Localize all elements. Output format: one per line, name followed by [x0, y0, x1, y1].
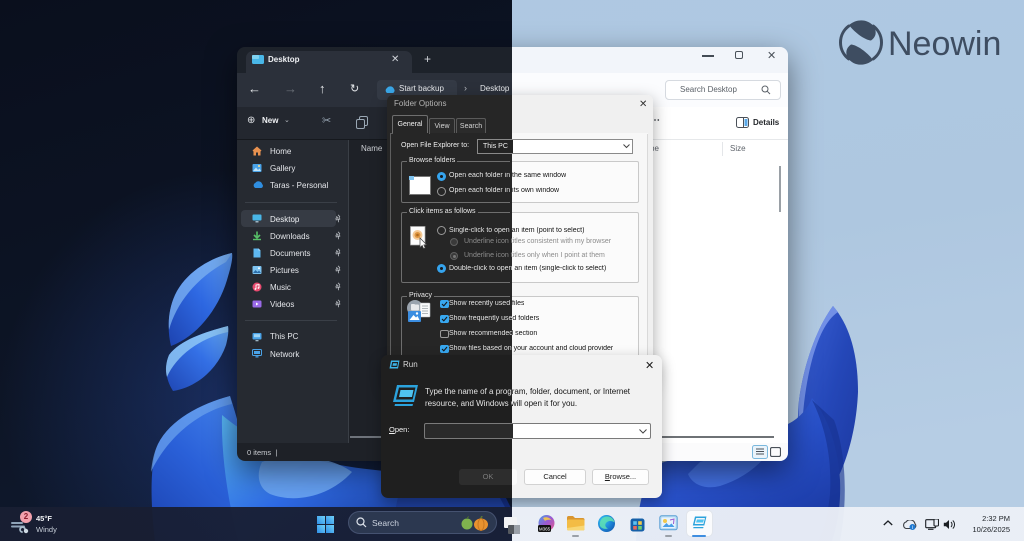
svg-text:M365: M365 [539, 526, 551, 531]
svg-text:i: i [912, 525, 913, 530]
svg-text:Neowin: Neowin [888, 25, 1001, 63]
